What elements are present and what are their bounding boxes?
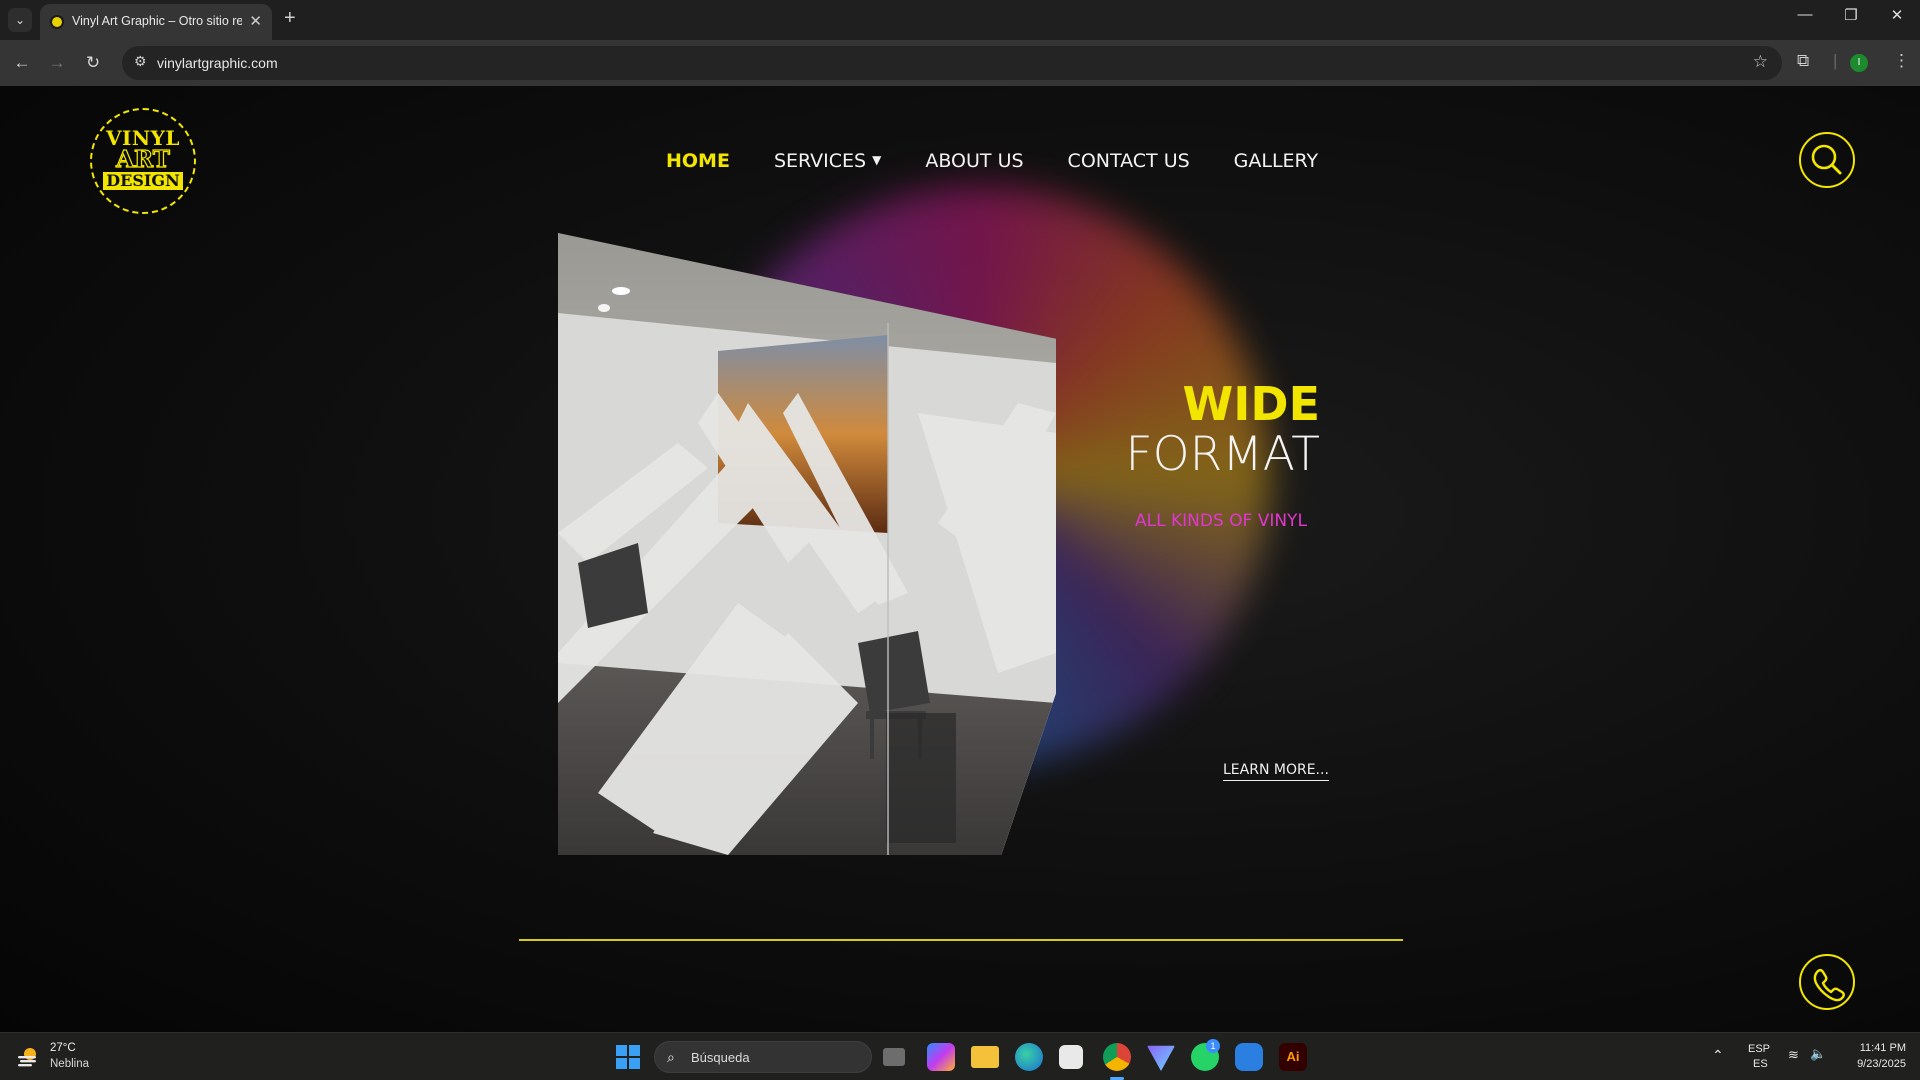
microsoft-store-icon[interactable] — [1059, 1045, 1083, 1069]
hero-title-line-1: WIDE — [1182, 377, 1320, 431]
nav-services-label: SERVICES — [773, 150, 867, 172]
logo-line-2: ART — [116, 146, 171, 173]
phone-icon — [1813, 969, 1845, 1002]
hero-title-line-2: FORMAT — [1125, 426, 1320, 482]
taskbar-search[interactable]: ⌕ Búsqueda — [654, 1041, 872, 1073]
proton-vpn-icon[interactable] — [1147, 1045, 1175, 1071]
windows-start-button[interactable] — [616, 1045, 640, 1069]
reload-button[interactable]: ↻ — [80, 50, 106, 76]
address-bar[interactable]: ⚙ vinylartgraphic.com ☆ — [122, 46, 1782, 80]
search-icon — [1811, 144, 1842, 175]
nav-about-us[interactable]: ABOUT US — [925, 150, 1023, 180]
menu-kebab-icon[interactable]: ⋮ — [1893, 51, 1910, 71]
wifi-icon[interactable]: ≋ — [1788, 1047, 1799, 1063]
nav-home[interactable]: HOME — [666, 150, 730, 180]
illustrator-icon[interactable]: Ai — [1279, 1043, 1307, 1071]
weather-temperature[interactable]: 27°C — [50, 1042, 76, 1054]
profile-avatar[interactable]: I — [1850, 54, 1868, 72]
windows-taskbar: 27°C Neblina ⌕ Búsqueda 1 Ai ⌃ ESP ES ≋ … — [0, 1032, 1920, 1080]
caret-down-icon: ▼ — [872, 153, 882, 167]
clock-date[interactable]: 9/23/2025 — [1842, 1058, 1906, 1070]
logo-line-3: DESIGN — [103, 172, 183, 190]
forward-button[interactable]: → — [44, 50, 70, 76]
edge-icon[interactable] — [1015, 1043, 1043, 1071]
hero-image — [558, 233, 1056, 855]
volume-icon[interactable]: 🔈 — [1810, 1046, 1826, 1062]
nav-contact-us[interactable]: CONTACT US — [1068, 150, 1190, 180]
nav-gallery[interactable]: GALLERY — [1234, 150, 1319, 180]
site-logo[interactable]: VINYL ART DESIGN — [90, 108, 196, 214]
toolbar-divider: | — [1833, 51, 1838, 70]
restore-button[interactable]: ❐ — [1828, 6, 1874, 24]
weather-fog-icon[interactable] — [16, 1046, 40, 1068]
nav-services[interactable]: SERVICES ▼ — [774, 150, 881, 180]
whatsapp-badge: 1 — [1206, 1039, 1220, 1053]
weather-description[interactable]: Neblina — [50, 1058, 89, 1070]
learn-more-link[interactable]: LEARN MORE... — [1223, 762, 1329, 781]
office-vinyl-illustration — [558, 233, 1056, 855]
windows-security-icon[interactable] — [1235, 1043, 1263, 1071]
file-explorer-icon[interactable] — [971, 1046, 999, 1068]
chrome-icon[interactable] — [1103, 1043, 1131, 1071]
tab-close-button[interactable]: ✕ — [249, 12, 262, 30]
taskbar-search-placeholder: Búsqueda — [691, 1050, 750, 1065]
task-view-icon[interactable] — [883, 1048, 905, 1066]
browser-tab[interactable]: Vinyl Art Graphic – Otro sitio re ✕ — [40, 4, 272, 40]
language-code[interactable]: ESP — [1748, 1043, 1770, 1055]
new-tab-button[interactable]: + — [284, 7, 296, 30]
hero-heading: WIDE FORMAT — [1070, 377, 1320, 482]
bookmark-star-icon[interactable]: ☆ — [1753, 52, 1768, 72]
address-url: vinylartgraphic.com — [157, 55, 278, 71]
extensions-icon[interactable]: ⧉ — [1797, 51, 1809, 71]
minimize-button[interactable]: — — [1782, 6, 1828, 23]
main-nav: HOME SERVICES ▼ ABOUT US CONTACT US GALLE… — [666, 150, 1318, 180]
whatsapp-button[interactable] — [1799, 954, 1855, 1010]
search-button[interactable] — [1799, 132, 1855, 188]
browser-toolbar: ← → ↻ ⚙ vinylartgraphic.com ☆ ⧉ | I ⋮ — [0, 40, 1920, 86]
show-hidden-icons-chevron-icon[interactable]: ⌃ — [1712, 1047, 1724, 1064]
hero-subtitle: ALL KINDS OF VINYL — [1135, 511, 1307, 531]
hero-divider — [519, 939, 1403, 941]
tab-favicon-icon — [50, 15, 64, 29]
webpage: VINYL ART DESIGN HOME SERVICES ▼ ABOUT US… — [0, 86, 1920, 1032]
copilot-icon[interactable] — [927, 1043, 955, 1071]
back-button[interactable]: ← — [9, 50, 35, 76]
browser-tab-strip: ⌄ Vinyl Art Graphic – Otro sitio re ✕ + … — [0, 0, 1920, 40]
search-icon: ⌕ — [667, 1049, 675, 1065]
tab-title: Vinyl Art Graphic – Otro sitio re — [72, 14, 242, 28]
close-window-button[interactable]: ✕ — [1874, 6, 1920, 24]
tab-search-button[interactable]: ⌄ — [8, 8, 32, 32]
language-region[interactable]: ES — [1753, 1058, 1768, 1070]
logo-line-1: VINYL — [106, 126, 180, 150]
clock-time[interactable]: 11:41 PM — [1842, 1042, 1906, 1054]
site-info-icon[interactable]: ⚙ — [134, 53, 147, 70]
